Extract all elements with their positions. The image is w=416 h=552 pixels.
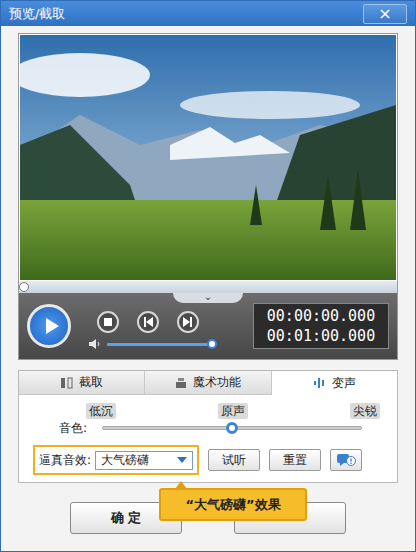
timbre-thumb[interactable] [226,422,238,434]
window-title: 预览/截取 [9,5,65,23]
effect-group: 逼真音效: 大气磅礴 [33,445,199,475]
effect-tooltip: “大气磅礴”效果 [159,488,307,521]
video-frame [19,34,397,281]
timbre-slider[interactable] [102,426,362,430]
timbre-label: 音色: [19,420,95,437]
player: ⌄ 00:00:00.000 00:01:00.000 [18,33,398,360]
title-bar: 预览/截取 × [1,1,415,26]
volume-icon [89,339,101,349]
previous-button[interactable] [137,311,159,333]
tab[interactable]: 魔术功能 [145,371,271,394]
voice-settings: 低沉 原声 尖锐 音色: 逼真音效: 大气磅礴 试听重置 [19,395,397,482]
tab[interactable]: 变声 [272,371,397,395]
seek-thumb[interactable] [19,282,29,292]
volume-thumb[interactable] [207,339,217,349]
tab[interactable]: 截取 [19,371,145,394]
cut-icon [60,377,74,389]
play-icon [41,316,61,336]
dropdown-arrow-icon [177,457,187,463]
current-time: 00:00:00.000 [267,306,375,326]
play-button[interactable] [27,304,71,348]
tab-panel: 截取 魔术功能 变声 低沉 原声 尖锐 音色: 逼真音效: 大气磅礴 试听重置 [18,370,398,483]
action-button[interactable]: 重置 [269,449,321,471]
previous-icon [142,316,154,328]
voice-mark: 尖锐 [350,403,380,419]
video-image [20,35,396,280]
magic-icon [174,377,188,389]
close-button[interactable]: × [363,4,407,24]
next-icon [182,316,194,328]
stop-button[interactable] [97,311,119,333]
seek-bar[interactable] [19,281,397,293]
total-time: 00:01:00.000 [267,326,375,346]
voice-marks: 低沉 原声 尖锐 [86,403,380,419]
help-button[interactable] [330,449,362,471]
control-bar: ⌄ 00:00:00.000 00:01:00.000 [19,293,397,359]
help-icon [336,453,356,467]
collapse-toggle[interactable]: ⌄ [173,293,243,303]
next-button[interactable] [177,311,199,333]
preview-window: 预览/截取 × ⌄ 00:00:00.000 00:01:00.000 截取 魔… [0,0,416,552]
window-body: ⌄ 00:00:00.000 00:01:00.000 截取 魔术功能 变声 低… [1,26,415,551]
voice-mark: 原声 [218,403,248,419]
voice-icon [313,377,327,389]
voice-mark: 低沉 [86,403,116,419]
time-display: 00:00:00.000 00:01:00.000 [253,303,389,349]
volume-slider[interactable] [107,343,215,346]
tab-bar: 截取 魔术功能 变声 [19,371,397,395]
effect-label: 逼真音效: [39,452,91,469]
effect-select[interactable]: 大气磅礴 [95,451,193,470]
stop-icon [103,317,113,327]
action-button[interactable]: 试听 [208,449,260,471]
